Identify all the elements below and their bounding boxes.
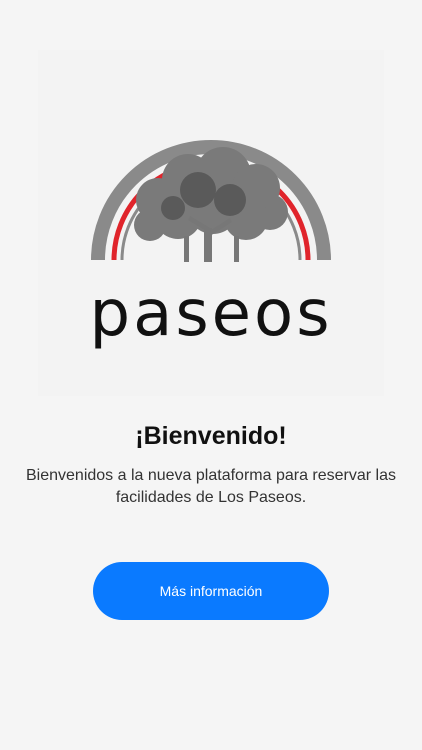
welcome-description: Bienvenidos a la nueva plataforma para r… [26,467,396,506]
welcome-title: ¡Bienvenido! [135,422,287,450]
logo: paseos [38,50,384,396]
more-info-button[interactable]: Más información [93,562,329,620]
brand-wordmark: paseos [89,277,333,351]
